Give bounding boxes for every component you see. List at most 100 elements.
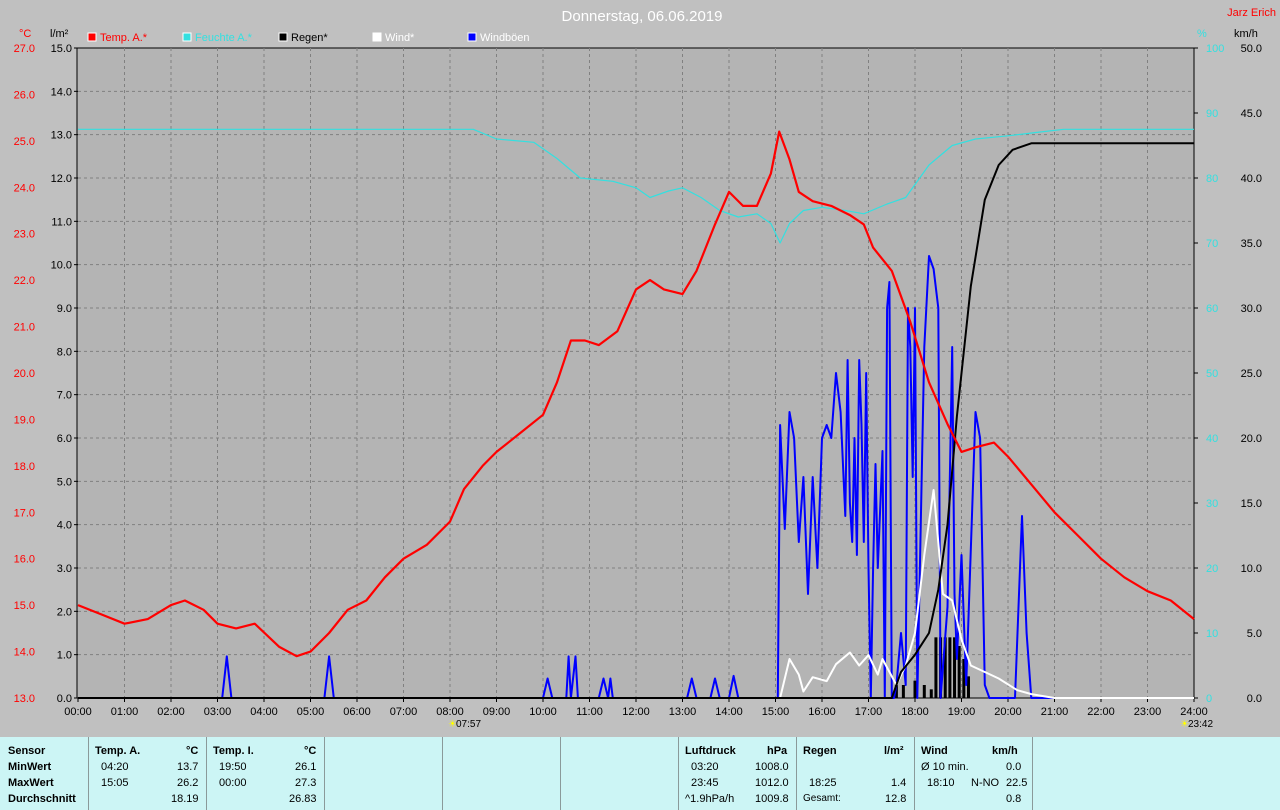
rain-unit-label: l/m² (50, 28, 69, 40)
humidity-tick-label: 80 (1206, 173, 1218, 185)
rain-tick-label: 10.0 (51, 260, 72, 272)
temp-tick-label: 27.0 (14, 43, 35, 55)
temp-a-header: Temp. A. (95, 745, 141, 757)
x-tick-label: 01:00 (111, 706, 139, 718)
stats-divider (88, 737, 89, 810)
wind-header: Wind (921, 745, 948, 757)
temp-tick-label: 23.0 (14, 229, 35, 241)
stats-divider (914, 737, 915, 810)
temp-tick-label: 14.0 (14, 647, 35, 659)
wind-tick-label: 50.0 (1241, 43, 1262, 55)
temp-i-min-time: 19:50 (219, 761, 247, 773)
x-tick-label: 12:00 (622, 706, 650, 718)
stats-panel: Sensor MinWert MaxWert Durchschnitt Temp… (0, 737, 1280, 810)
rain-bar (948, 637, 952, 698)
temp-tick-label: 25.0 (14, 136, 35, 148)
x-tick-label: 22:00 (1087, 706, 1115, 718)
wind-tick-label: 45.0 (1241, 108, 1262, 120)
humidity-tick-label: 20 (1206, 563, 1218, 575)
wind-tick-label: 5.0 (1247, 628, 1262, 640)
wind-tick-label: 35.0 (1241, 238, 1262, 250)
sunset-time: 23:42 (1188, 719, 1213, 730)
temp-tick-label: 22.0 (14, 275, 35, 287)
temp-a-max-time: 15:05 (101, 777, 129, 789)
rain-total-label: Gesamt: (803, 793, 841, 804)
rain-tick-label: 6.0 (57, 433, 72, 445)
rain-tick-label: 15.0 (51, 43, 72, 55)
rain-max-time: 18:25 (809, 777, 837, 789)
wind-tick-label: 0.0 (1247, 693, 1262, 705)
temp-a-min-value: 13.7 (177, 761, 199, 773)
rain-max-value: 1.4 (891, 777, 907, 789)
rain-tick-label: 0.0 (57, 693, 72, 705)
humidity-tick-label: 60 (1206, 303, 1218, 315)
wind-avg-value: 0.8 (1006, 793, 1022, 805)
x-tick-label: 23:00 (1134, 706, 1162, 718)
temp-tick-label: 26.0 (14, 89, 35, 101)
temp-i-avg: 26.83 (289, 793, 317, 805)
rain-header: Regen (803, 745, 837, 757)
humidity-unit-label: % (1197, 28, 1207, 40)
humidity-tick-label: 100 (1206, 43, 1224, 55)
stats-divider (1032, 737, 1033, 810)
temp-tick-label: 16.0 (14, 554, 35, 566)
temp-unit-label: °C (19, 28, 31, 40)
max-row-label: MaxWert (8, 777, 54, 789)
wind-avg10-value: 0.0 (1006, 761, 1022, 773)
rain-tick-label: 11.0 (51, 216, 72, 228)
x-tick-label: 15:00 (762, 706, 790, 718)
temp-a-min-time: 04:20 (101, 761, 129, 773)
wind-tick-label: 40.0 (1241, 173, 1262, 185)
temp-i-unit: °C (304, 745, 317, 757)
rain-tick-label: 1.0 (57, 650, 72, 662)
rain-bar (929, 689, 933, 698)
temp-i-min-value: 26.1 (295, 761, 317, 773)
pressure-header: Luftdruck (685, 745, 736, 757)
rain-unit: l/m² (884, 745, 904, 757)
legend-swatch-wind (372, 32, 382, 42)
rain-total-value: 12.8 (885, 793, 907, 805)
legend-label-rain: Regen* (291, 32, 328, 44)
temp-i-max-value: 27.3 (295, 777, 317, 789)
x-tick-label: 09:00 (483, 706, 511, 718)
legend-label-wind: Wind* (385, 32, 415, 44)
x-tick-label: 13:00 (669, 706, 697, 718)
x-tick-label: 17:00 (855, 706, 883, 718)
x-tick-label: 00:00 (64, 706, 92, 718)
rain-tick-label: 2.0 (57, 606, 72, 618)
legend-label-humidity: Feuchte A.* (195, 32, 253, 44)
temp-tick-label: 24.0 (14, 182, 35, 194)
humidity-tick-label: 40 (1206, 433, 1218, 445)
sunrise-marker: ☀ 07:57 (448, 719, 481, 730)
wind-unit-label: km/h (1234, 28, 1258, 40)
x-tick-label: 02:00 (157, 706, 185, 718)
wind-tick-label: 20.0 (1241, 433, 1262, 445)
stats-divider (796, 737, 797, 810)
legend-label-temp: Temp. A.* (100, 32, 148, 44)
rain-tick-label: 14.0 (51, 86, 72, 98)
x-tick-label: 04:00 (250, 706, 278, 718)
wind-tick-label: 15.0 (1241, 498, 1262, 510)
x-tick-label: 14:00 (715, 706, 743, 718)
pressure-max-value: 1012.0 (755, 777, 789, 789)
pressure-min-time: 03:20 (691, 761, 719, 773)
temp-tick-label: 15.0 (14, 600, 35, 612)
wind-unit: km/h (992, 745, 1018, 757)
temp-tick-label: 18.0 (14, 461, 35, 473)
temp-a-max-value: 26.2 (177, 777, 199, 789)
x-tick-label: 21:00 (1041, 706, 1069, 718)
stats-divider (324, 737, 325, 810)
humidity-tick-label: 10 (1206, 628, 1218, 640)
sunset-marker: ☀ 23:42 (1180, 719, 1213, 730)
rain-tick-label: 13.0 (51, 130, 72, 142)
x-tick-label: 10:00 (529, 706, 557, 718)
rain-tick-label: 12.0 (51, 173, 72, 185)
legend-swatch-humidity (182, 32, 192, 42)
x-tick-label: 08:00 (436, 706, 464, 718)
rain-tick-label: 8.0 (57, 346, 72, 358)
chart-title: Donnerstag, 06.06.2019 (562, 8, 723, 25)
stats-divider (206, 737, 207, 810)
rain-tick-label: 9.0 (57, 303, 72, 315)
x-tick-label: 07:00 (390, 706, 418, 718)
rain-tick-label: 4.0 (57, 520, 72, 532)
